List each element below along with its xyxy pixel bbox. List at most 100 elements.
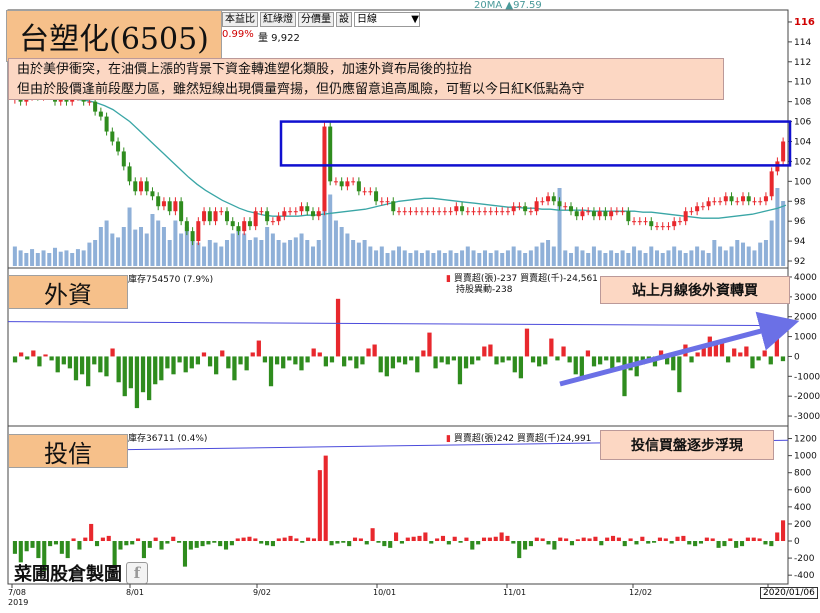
foreign-net-bar [470, 356, 475, 365]
trust-net-bar [411, 536, 416, 542]
foreign-net-bar [146, 356, 152, 401]
volume-bar [247, 240, 252, 266]
candle-body [781, 141, 786, 162]
candle-body [333, 181, 338, 183]
volume-bar [649, 246, 654, 266]
trust-net-bar [376, 541, 381, 543]
axes-layer: 92 94 96 98 100 102 104 106 108 110 112 114 116 -3000… [8, 17, 820, 607]
trust-net-bar [223, 541, 229, 550]
candle-body [184, 221, 189, 232]
pe-ratio-button[interactable]: 本益比 [222, 12, 258, 27]
volume-bar [70, 253, 75, 266]
volume-bar [259, 240, 264, 266]
volume-bar [207, 240, 212, 266]
foreign-net-bar [31, 350, 36, 357]
candle-body [391, 201, 396, 212]
foreign-net-bar [567, 356, 572, 363]
trust-net-bar [781, 520, 786, 542]
volume-bar [282, 242, 287, 266]
foreign-net-bar [25, 356, 30, 360]
chart-toolbar: 本益比 紅綠燈 分價量 設 日線 ▼ [222, 12, 420, 27]
trust-net-bar [523, 541, 528, 550]
candle-body [356, 181, 361, 192]
volume-bar [242, 233, 247, 266]
bar-panel-tick-label: 1000 [794, 452, 817, 462]
traffic-light-button[interactable]: 紅綠燈 [260, 12, 296, 27]
volume-bar [24, 253, 29, 266]
foreign-net-bar [110, 348, 115, 357]
price-tick-label: 106 [794, 118, 811, 128]
volume-bar [414, 250, 419, 266]
trust-net-bar [757, 538, 762, 542]
trust-net-bar [288, 535, 293, 542]
trust-net-bar [687, 541, 692, 545]
period-select[interactable]: 日線 ▼ [354, 12, 420, 27]
trust-net-bar [182, 541, 188, 567]
volume-bar [683, 253, 688, 266]
foreign-net-bar [482, 346, 487, 357]
candle-body [173, 201, 178, 212]
foreign-net-bar [768, 356, 773, 365]
candle-body [637, 221, 642, 223]
volume-bar [316, 240, 321, 266]
foreign-net-bar [439, 356, 444, 363]
foreign-net-bar [140, 356, 146, 393]
trust-net-bar [476, 541, 481, 545]
volume-bar [482, 250, 488, 266]
candle-body [219, 211, 224, 213]
price-tick-label: 110 [794, 78, 811, 88]
volume-bar [104, 220, 109, 266]
candle-body [718, 201, 723, 203]
candle-body [396, 211, 402, 213]
candle-body [379, 201, 384, 203]
trust-net-bar [48, 541, 53, 547]
trust-net-bar [610, 535, 616, 542]
trust-net-bar [270, 541, 275, 547]
settings-button[interactable]: 設 [336, 12, 352, 27]
candle-body [695, 206, 700, 212]
volume-bar [52, 247, 58, 266]
bar-panel-tick-label: -3000 [794, 412, 820, 422]
candle-body [253, 211, 258, 227]
foreign-net-bar [756, 356, 761, 361]
trust-net-bar [317, 470, 322, 542]
trust-net-bar [458, 541, 463, 543]
price-volume-button[interactable]: 分價量 [298, 12, 334, 27]
analysis-note: 由於美伊衝突，在油價上漲的背景下資金轉進塑化類股，加速外資布局後的拉抬 但由於股… [8, 58, 724, 100]
note-line-1: 由於美伊衝突，在油價上漲的背景下資金轉進塑化類股，加速外資布局後的拉抬 [17, 62, 473, 77]
candle-body [339, 181, 344, 187]
candle-body [603, 211, 608, 217]
bar-panel-tick-label: 1200 [794, 435, 817, 445]
trust-net-bar [276, 538, 281, 542]
foreign-net-bar [689, 356, 694, 363]
trust-net-bar [212, 541, 217, 543]
foreign-net-bar [92, 356, 97, 365]
bar-panel-tick-label: -400 [794, 571, 815, 581]
candle-body [190, 231, 195, 242]
trust-net-bar [634, 541, 639, 545]
page-title: 台塑化(6505) [6, 10, 222, 62]
trust-net-bar [329, 541, 334, 546]
foreign-net-bar [73, 356, 79, 381]
candle-body [609, 211, 614, 217]
trust-net-bar [136, 538, 141, 542]
candle-body [121, 151, 126, 167]
volume-bar [219, 246, 224, 266]
candle-body [677, 221, 682, 223]
foreign-net-bar [591, 356, 597, 367]
foreign-net-bar [488, 344, 493, 357]
foreign-stock-label: 庫存754570 (7.9%) [128, 275, 214, 285]
volume-bar [551, 246, 556, 266]
trust-net-bar [194, 541, 199, 548]
trust-net-bar [323, 455, 328, 542]
volume-bar [546, 240, 551, 266]
trust-net-bar [259, 541, 264, 544]
candle-body [540, 201, 545, 203]
bar-panel-tick-label: 200 [794, 520, 811, 530]
foreign-net-bar [549, 338, 554, 357]
candle-body [293, 211, 298, 213]
candle-body [161, 201, 166, 207]
candle-body [196, 221, 201, 242]
foreign-net-bar [220, 350, 225, 357]
trust-net-bar [569, 541, 575, 546]
